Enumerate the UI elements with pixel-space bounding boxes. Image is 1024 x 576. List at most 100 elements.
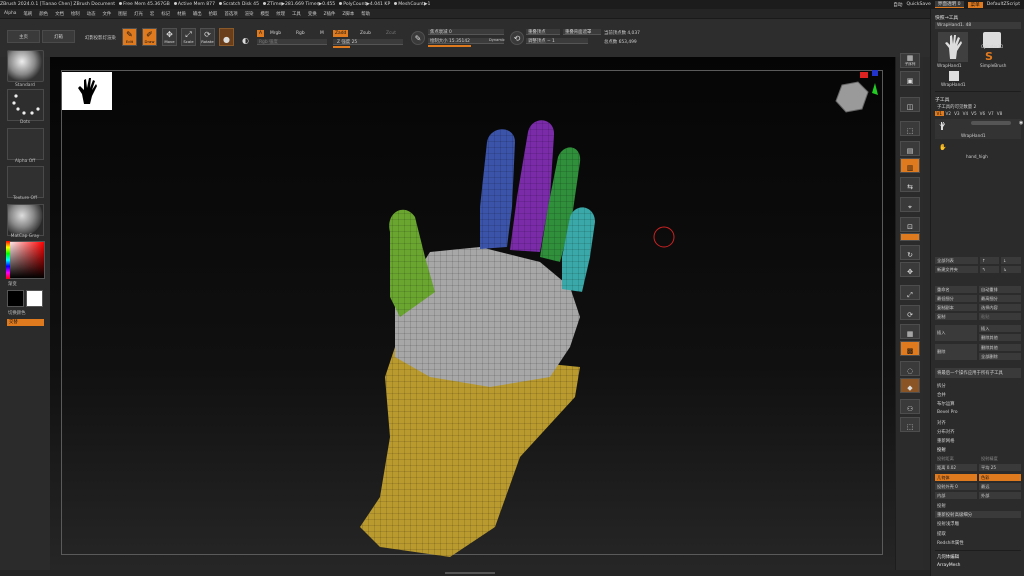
- backface-mask-button[interactable]: 重叠背面遮罩: [563, 29, 601, 35]
- mrgb-toggle[interactable]: Mrgb: [268, 30, 283, 37]
- menu-brush[interactable]: 笔刷: [23, 11, 32, 17]
- polyframe-button[interactable]: ▩: [900, 341, 920, 356]
- adjust-points-slider[interactable]: 调整顶点 − 1: [526, 38, 588, 44]
- menu-zscript[interactable]: Z脚本: [342, 11, 354, 17]
- subtool-toggles[interactable]: [971, 121, 1011, 125]
- focal-shift-slider[interactable]: 焦点衰减 0: [428, 29, 504, 35]
- duplicate-button[interactable]: 复制副本: [935, 304, 977, 311]
- subtool-visible-count[interactable]: 子工具的可见数量 2: [935, 103, 1021, 110]
- boolean-menu[interactable]: 布尔运算: [935, 400, 1021, 407]
- color-picker[interactable]: [6, 241, 45, 279]
- color-toggle[interactable]: 色彩: [979, 474, 1021, 481]
- home-button[interactable]: 主页: [7, 30, 40, 43]
- menu-draw[interactable]: 绘制: [71, 11, 80, 17]
- version-tab-1[interactable]: V1: [935, 111, 944, 116]
- menu-help[interactable]: 帮助: [361, 11, 370, 17]
- all-high-button[interactable]: 最高细分: [979, 295, 1021, 302]
- quicksave-button[interactable]: QuickSave: [907, 2, 931, 7]
- apply-all-subtools-button[interactable]: 将最后一个操作应用于所有子工具: [935, 368, 1021, 378]
- reproject-higher-button[interactable]: 重新投射高级细分: [935, 511, 1021, 518]
- inner-toggle[interactable]: 内部: [935, 492, 977, 499]
- menu-dynamics[interactable]: 动态: [87, 11, 96, 17]
- list-all-button[interactable]: 全部列表: [935, 257, 978, 264]
- extract-menu[interactable]: 提取: [935, 530, 1021, 537]
- secondary-color-swatch[interactable]: [26, 290, 43, 307]
- delete-other-button-2[interactable]: 删除其他: [979, 344, 1021, 351]
- menu-macro[interactable]: 宏: [150, 11, 154, 17]
- all-low-button[interactable]: 最低细分: [935, 295, 977, 302]
- rotate-button[interactable]: ⟳ Rotate: [200, 28, 215, 46]
- actual-size-button[interactable]: ▣: [900, 71, 920, 86]
- menu-material[interactable]: 材质: [177, 11, 186, 17]
- aahalf-button[interactable]: ◫: [900, 97, 920, 112]
- menu-movie[interactable]: 输出: [193, 11, 202, 17]
- arraymesh-menu[interactable]: ArrayMesh: [935, 562, 1021, 569]
- menu-picker[interactable]: 拾取: [209, 11, 218, 17]
- material-sphere-button[interactable]: ●: [219, 28, 234, 46]
- outer-toggle[interactable]: 外部: [979, 492, 1021, 499]
- version-tab-3[interactable]: V3: [954, 111, 960, 116]
- edit-button[interactable]: ✎ Edit: [122, 28, 137, 46]
- menu-color[interactable]: 颜色: [39, 11, 48, 17]
- tool-name-slider[interactable]: WrapHand1. 48: [935, 22, 1021, 29]
- solo-button[interactable]: ⚇: [900, 399, 920, 414]
- orientation-gizmo[interactable]: [835, 70, 878, 113]
- material-thumbnail[interactable]: [7, 204, 44, 236]
- subtool-item[interactable]: ✋ hand_high: [935, 142, 1021, 162]
- eye-icon[interactable]: ◉: [1019, 120, 1023, 126]
- menu-alpha[interactable]: Alpha: [4, 11, 16, 16]
- insert-button[interactable]: 插入: [979, 325, 1021, 332]
- new-folder-button[interactable]: 新建文件夹: [935, 266, 978, 273]
- menu-zplugin[interactable]: Z插件: [324, 11, 336, 17]
- paste-button[interactable]: 粘贴: [979, 313, 1021, 320]
- move-button[interactable]: ✥ Move: [162, 28, 177, 46]
- draw-button[interactable]: ✐ Draw: [142, 28, 157, 46]
- lightbox-button[interactable]: 灯箱: [42, 30, 75, 43]
- tool-thumb-wraphand[interactable]: [938, 32, 968, 62]
- zadd-toggle[interactable]: Zadd: [333, 30, 349, 37]
- menus-button[interactable]: 菜单: [967, 1, 983, 8]
- rgb-intensity-slider[interactable]: Rgb 强度: [257, 39, 327, 45]
- gyro-button[interactable]: ⌖: [900, 197, 920, 212]
- arrow-upleft-button[interactable]: ↰: [980, 266, 999, 273]
- distance-slider[interactable]: 距离 0.02: [935, 464, 977, 471]
- zsub-toggle[interactable]: Zsub: [358, 30, 373, 37]
- xyz-button[interactable]: [900, 233, 920, 241]
- tray-handle[interactable]: [445, 572, 495, 574]
- local-button[interactable]: ▥: [900, 158, 920, 173]
- lsym-button[interactable]: ⇆: [900, 177, 920, 192]
- polyf-button[interactable]: ▦: [900, 324, 920, 339]
- menu-layer[interactable]: 图层: [118, 11, 127, 17]
- rgb-toggle[interactable]: Rgb: [294, 30, 307, 37]
- farthest-toggle[interactable]: 最远: [979, 483, 1021, 490]
- scale-button[interactable]: ⤢ Scale: [181, 28, 196, 46]
- autoreorder-button[interactable]: 自动重排: [979, 286, 1021, 293]
- simplebrush-icon[interactable]: S: [985, 50, 993, 63]
- hand-mesh[interactable]: [50, 57, 895, 570]
- project-menu[interactable]: 投射: [935, 446, 1021, 453]
- proj-shell-slider[interactable]: 投射外壳 0: [935, 483, 977, 490]
- delete-other-button[interactable]: 删除其他: [979, 334, 1021, 341]
- remesh-menu[interactable]: 重新网格: [935, 437, 1021, 444]
- insert-button-left[interactable]: 插入: [935, 325, 977, 341]
- project-basrelief-button[interactable]: 投射浅浮雕: [935, 520, 1021, 527]
- menu-stencil[interactable]: 模型: [260, 11, 269, 17]
- version-tab-5[interactable]: V5: [971, 111, 977, 116]
- a-toggle[interactable]: A: [257, 30, 265, 37]
- version-tab-2[interactable]: V2: [946, 111, 952, 116]
- default-zscript-button[interactable]: DefaultZScript: [987, 2, 1020, 7]
- switch-color-button[interactable]: 切换颜色: [0, 310, 50, 316]
- arrow-up-button[interactable]: ↑: [980, 257, 999, 264]
- zcut-toggle[interactable]: Zcut: [384, 30, 398, 37]
- menu-document[interactable]: 文档: [55, 11, 64, 17]
- texture-thumbnail[interactable]: [7, 166, 44, 198]
- menu-preferences[interactable]: 首选项: [224, 11, 237, 17]
- menu-marker[interactable]: 标记: [161, 11, 170, 17]
- version-tab-8[interactable]: V8: [997, 111, 1003, 116]
- arrow-downright-button[interactable]: ↳: [1001, 266, 1021, 273]
- front-back-button[interactable]: 重叠顶点: [526, 29, 560, 35]
- select-content-button[interactable]: 选择内容: [979, 304, 1021, 311]
- delete-button[interactable]: 删除: [935, 344, 977, 360]
- menu-transform[interactable]: 变换: [308, 11, 317, 17]
- delete-all-button[interactable]: 全部删除: [979, 353, 1021, 360]
